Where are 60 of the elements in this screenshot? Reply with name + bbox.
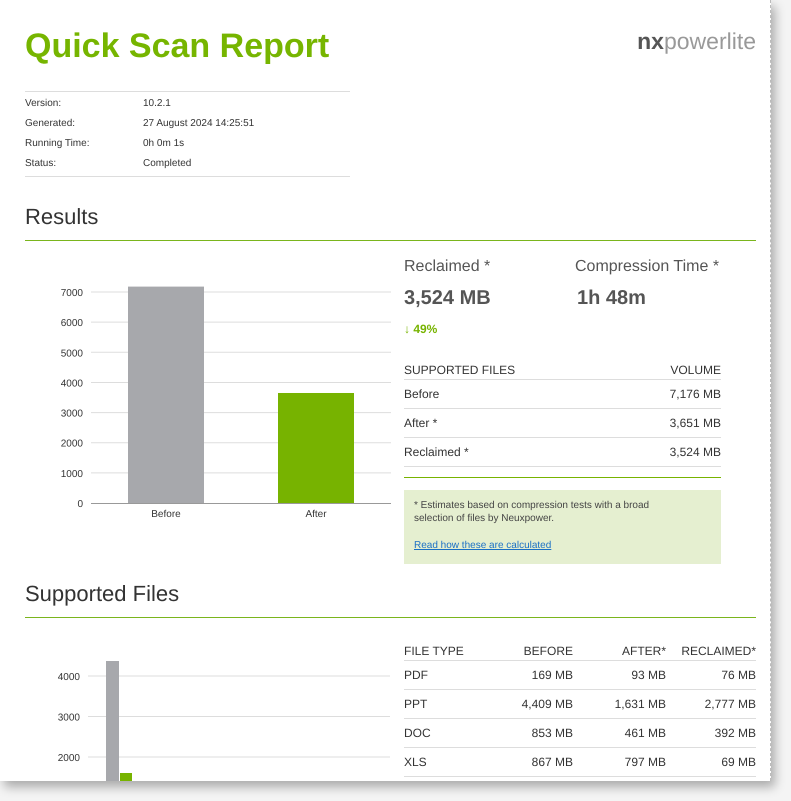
axis-tick-label: 3000: [60, 408, 83, 420]
column-header: AFTER*: [620, 643, 666, 660]
section-heading: Results: [25, 204, 100, 230]
table-cell-text: PDF: [404, 667, 429, 684]
table-cell-text: 7,176 MB: [668, 386, 721, 403]
table-cell-text: XLS: [404, 754, 428, 771]
stat-label: Reclaimed *: [404, 257, 492, 277]
info-label: Version:: [25, 97, 62, 111]
info-value: Completed: [143, 157, 192, 171]
table-cell-text: 853 MB: [530, 725, 573, 742]
section-heading: Supported Files: [25, 581, 180, 607]
axis-tick-label: 5000: [60, 348, 83, 360]
info-value: 27 August 2024 14:25:51: [143, 117, 254, 131]
table-cell-text: Reclaimed *: [404, 444, 470, 461]
table-cell-text: 93 MB: [630, 667, 666, 684]
table-cell-text: 2,777 MB: [704, 696, 756, 713]
column-header: RECLAIMED*: [680, 643, 756, 660]
table-cell-text: 392 MB: [714, 725, 756, 742]
logo: nxpowerlite: [637, 27, 756, 55]
table-cell-text: Before: [404, 386, 440, 403]
table-cell-text: 797 MB: [624, 754, 666, 771]
axis-tick-label: 4000: [60, 378, 83, 390]
table-cell-text: 867 MB: [530, 754, 573, 771]
column-header: VOLUME: [669, 362, 721, 379]
table-cell-text: 169 MB: [530, 667, 573, 684]
axis-tick-label: 3000: [58, 712, 80, 724]
reduction-percent: ↓ 49%: [404, 321, 438, 338]
axis-tick-label: 7000: [60, 288, 83, 300]
table-cell-text: PPT: [404, 696, 428, 713]
axis-tick-label: 6000: [60, 318, 83, 330]
axis-tick-label: 1000: [60, 468, 83, 480]
column-header: BEFORE: [522, 643, 573, 660]
axis-category-label: Before: [151, 509, 181, 520]
table-cell-text: DOC: [404, 725, 432, 742]
table-cell-text: After *: [404, 415, 438, 432]
info-label: Running Time:: [25, 137, 90, 151]
stat-label: Compression Time *: [575, 257, 720, 277]
table-cell-text: 3,524 MB: [668, 444, 721, 461]
info-value: 10.2.1: [143, 97, 171, 111]
table-cell-text: 4,409 MB: [520, 696, 573, 713]
column-header: FILE TYPE: [404, 643, 465, 660]
axis-tick-label: 0: [77, 499, 83, 510]
stat-value: 3,524 MB: [404, 286, 492, 310]
axis-tick-label: 4000: [58, 672, 80, 683]
info-label: Status:: [25, 157, 58, 171]
table-cell-text: 69 MB: [720, 754, 756, 771]
info-value: 0h 0m 1s: [143, 137, 184, 151]
axis-tick-label: 2000: [60, 438, 83, 450]
column-header: SUPPORTED FILES: [404, 362, 516, 379]
calculation-link[interactable]: Read how these are calculated: [414, 538, 552, 553]
info-label: Generated:: [25, 117, 76, 131]
table-cell-text: 461 MB: [624, 725, 666, 742]
report-title: Quick Scan Report: [25, 26, 330, 66]
table-cell-text: 3,651 MB: [668, 415, 721, 432]
table-cell-text: 76 MB: [720, 667, 756, 684]
stat-value: 1h 48m: [576, 286, 647, 310]
axis-tick-label: 2000: [58, 753, 80, 764]
note-text: * Estimates based on compression tests with a broad selection of files by Neuxpower.: [414, 499, 650, 525]
axis-category-label: After: [305, 509, 327, 520]
table-cell-text: 1,631 MB: [614, 696, 666, 713]
